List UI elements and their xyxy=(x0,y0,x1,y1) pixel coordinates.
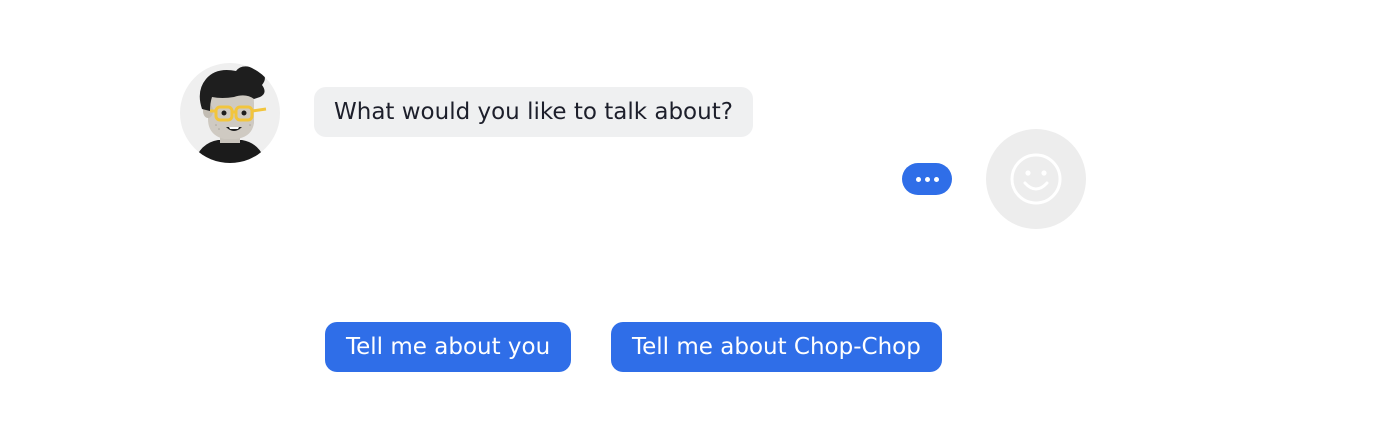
ellipsis-icon xyxy=(933,176,939,182)
typing-indicator xyxy=(902,163,952,195)
quick-reply-tell-me-about-you[interactable]: Tell me about you xyxy=(325,322,572,372)
bot-message-bubble: What would you like to talk about? xyxy=(314,87,753,137)
quick-reply-label: Tell me about Chop-Chop xyxy=(632,334,921,360)
bot-avatar xyxy=(180,63,280,163)
ellipsis-icon xyxy=(915,176,921,182)
quick-reply-label: Tell me about you xyxy=(346,334,551,360)
bot-message-text: What would you like to talk about? xyxy=(334,99,733,125)
smiley-face-icon xyxy=(1010,153,1062,205)
user-avatar xyxy=(986,129,1086,229)
ellipsis-icon xyxy=(924,176,930,182)
bot-avatar-illustration-icon xyxy=(194,66,267,163)
quick-reply-tell-me-about-chop-chop[interactable]: Tell me about Chop-Chop xyxy=(611,322,942,372)
